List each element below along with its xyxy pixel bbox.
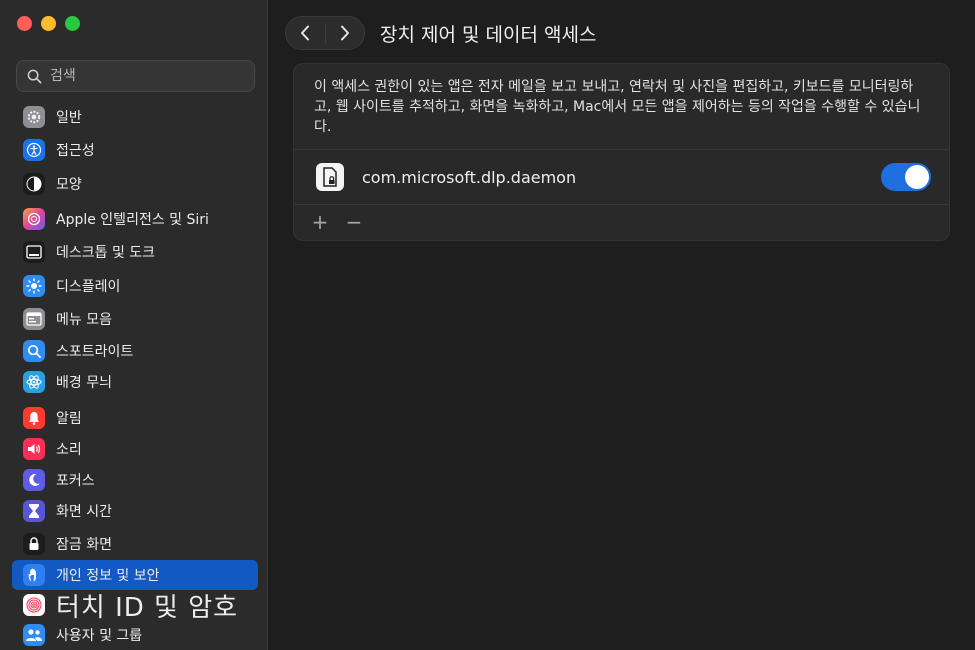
bell-icon bbox=[23, 407, 45, 429]
sidebar-item-label: 스포트라이트 bbox=[56, 344, 134, 360]
hand-icon bbox=[23, 564, 45, 586]
wallpaper-icon bbox=[23, 371, 45, 393]
page-title: 장치 제어 및 데이터 액세스 bbox=[380, 23, 597, 46]
search-icon bbox=[23, 340, 45, 362]
sidebar-item-label: 알림 bbox=[56, 411, 82, 427]
sidebar-item-label: 배경 무늬 bbox=[56, 375, 112, 391]
accessibility-icon bbox=[23, 139, 45, 161]
sidebar-item-label: 데스크톱 및 도크 bbox=[56, 245, 156, 261]
add-button[interactable]: + bbox=[310, 212, 330, 232]
moon-icon bbox=[23, 469, 45, 491]
siri-icon bbox=[23, 208, 45, 230]
gear-icon bbox=[23, 106, 45, 128]
sidebar: 일반 접근성 모양 Apple 인텔리전스 및 Siri 데스크톱 및 도크 bbox=[0, 0, 268, 650]
sidebar-item-siri[interactable]: Apple 인텔리전스 및 Siri bbox=[12, 204, 258, 234]
sidebar-item-users-groups[interactable]: 사용자 및 그룹 bbox=[12, 620, 258, 650]
add-remove-controls: + − bbox=[310, 212, 364, 232]
hourglass-icon bbox=[23, 500, 45, 522]
description-text: 이 액세스 권한이 있는 앱은 전자 메일을 보고 보내고, 연락처 및 사진을… bbox=[314, 79, 921, 135]
sidebar-item-label: 소리 bbox=[56, 442, 82, 458]
sidebar-item-sound[interactable]: 소리 bbox=[12, 434, 258, 464]
sidebar-item-menubar[interactable]: 메뉴 모음 bbox=[12, 304, 258, 334]
back-button[interactable] bbox=[286, 17, 325, 49]
sidebar-item-display[interactable]: 디스플레이 bbox=[12, 271, 258, 301]
navigation-buttons bbox=[285, 16, 365, 50]
sidebar-item-label: 디스플레이 bbox=[56, 279, 121, 295]
speaker-icon bbox=[23, 438, 45, 460]
sidebar-item-label: 개인 정보 및 보안 bbox=[56, 568, 160, 584]
sidebar-item-accessibility[interactable]: 접근성 bbox=[12, 135, 258, 165]
remove-button[interactable]: − bbox=[344, 212, 364, 232]
sidebar-item-notifications[interactable]: 알림 bbox=[12, 403, 258, 433]
sun-icon bbox=[23, 275, 45, 297]
sidebar-item-spotlight[interactable]: 스포트라이트 bbox=[12, 336, 258, 366]
sidebar-item-touch-id[interactable]: 터치 ID 및 암호 bbox=[12, 590, 258, 623]
sidebar-item-label: 일반 bbox=[56, 110, 82, 126]
zoom-button[interactable] bbox=[65, 16, 80, 31]
window-controls bbox=[17, 16, 80, 31]
list-item: com.microsoft.dlp.daemon bbox=[294, 149, 949, 205]
dock-icon bbox=[23, 241, 45, 263]
sidebar-item-label: 접근성 bbox=[56, 143, 95, 159]
sidebar-item-general[interactable]: 일반 bbox=[12, 102, 258, 132]
sidebar-item-label: 사용자 및 그룹 bbox=[56, 628, 143, 644]
sidebar-item-label: 포커스 bbox=[56, 473, 95, 489]
app-name: com.microsoft.dlp.daemon bbox=[362, 167, 577, 187]
sidebar-item-desktop-dock[interactable]: 데스크톱 및 도크 bbox=[12, 237, 258, 267]
forward-button[interactable] bbox=[325, 17, 364, 49]
search-icon bbox=[27, 69, 42, 83]
toggle-knob bbox=[905, 165, 929, 189]
document-lock-icon bbox=[316, 163, 344, 191]
access-card: 이 액세스 권한이 있는 앱은 전자 메일을 보고 보내고, 연락처 및 사진을… bbox=[293, 63, 950, 241]
appearance-icon bbox=[23, 173, 45, 195]
sidebar-item-label: 터치 ID 및 암호 bbox=[56, 592, 239, 623]
chevron-left-icon bbox=[301, 25, 310, 41]
search-field[interactable] bbox=[16, 60, 255, 92]
sidebar-item-screen-time[interactable]: 화면 시간 bbox=[12, 496, 258, 526]
sidebar-item-label: 잠금 화면 bbox=[56, 537, 112, 553]
lock-icon bbox=[23, 533, 45, 555]
menubar-icon bbox=[23, 308, 45, 330]
sidebar-item-lock-screen[interactable]: 잠금 화면 bbox=[12, 529, 258, 559]
sidebar-item-focus[interactable]: 포커스 bbox=[12, 465, 258, 495]
minimize-button[interactable] bbox=[41, 16, 56, 31]
sidebar-item-label: 메뉴 모음 bbox=[56, 312, 112, 328]
sidebar-item-privacy-security[interactable]: 개인 정보 및 보안 bbox=[12, 560, 258, 590]
toolbar: 장치 제어 및 데이터 액세스 bbox=[285, 15, 637, 51]
fingerprint-icon bbox=[23, 594, 45, 616]
users-icon bbox=[23, 624, 45, 646]
main-panel: 장치 제어 및 데이터 액세스 이 액세스 권한이 있는 앱은 전자 메일을 보… bbox=[269, 0, 975, 650]
chevron-right-icon bbox=[340, 25, 349, 41]
app-access-toggle[interactable] bbox=[881, 163, 931, 191]
search-input[interactable] bbox=[48, 67, 242, 85]
sidebar-item-label: 화면 시간 bbox=[56, 504, 112, 520]
sidebar-item-label: 모양 bbox=[56, 177, 82, 193]
sidebar-item-appearance[interactable]: 모양 bbox=[12, 169, 258, 199]
sidebar-item-label: Apple 인텔리전스 및 Siri bbox=[56, 212, 209, 228]
sidebar-item-wallpaper[interactable]: 배경 무늬 bbox=[12, 367, 258, 397]
close-button[interactable] bbox=[17, 16, 32, 31]
